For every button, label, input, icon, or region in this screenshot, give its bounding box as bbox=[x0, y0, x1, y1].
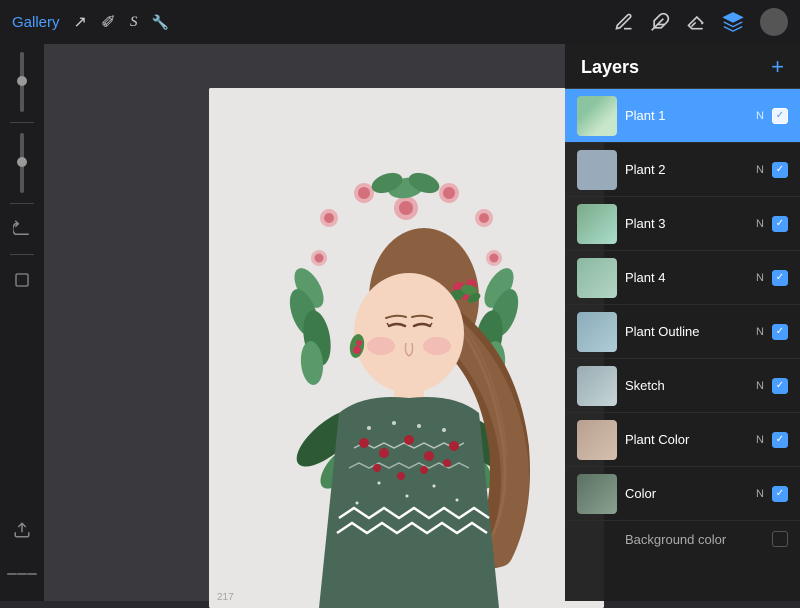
layer-thumbnail bbox=[577, 420, 617, 460]
layer-info: Plant Color bbox=[617, 431, 756, 449]
layer-checkbox-bg[interactable] bbox=[772, 531, 788, 547]
layer-thumbnail bbox=[577, 96, 617, 136]
transform-tool-icon[interactable]: ✐ bbox=[101, 12, 116, 33]
settings-tool-icon[interactable]: 🔧 bbox=[152, 14, 169, 31]
layer-name: Plant 4 bbox=[625, 270, 665, 285]
layer-mode: N bbox=[756, 434, 764, 446]
layers-title: Layers bbox=[581, 57, 639, 78]
layer-name: Sketch bbox=[625, 378, 665, 393]
layer-item-plant-4[interactable]: Plant 4 N bbox=[565, 251, 800, 305]
layers-panel: Layers + Plant 1 N Plant 2 N Plant 3 N P… bbox=[565, 44, 800, 601]
layer-name: Plant Outline bbox=[625, 324, 699, 339]
layer-thumbnail bbox=[577, 366, 617, 406]
layers-icon[interactable] bbox=[722, 11, 744, 33]
sidebar-divider-2 bbox=[10, 203, 34, 204]
sidebar-divider-1 bbox=[10, 122, 34, 123]
layer-info: Plant 4 bbox=[617, 269, 756, 287]
layer-info: Color bbox=[617, 485, 756, 503]
layer-visibility-checkbox[interactable] bbox=[772, 378, 788, 394]
layer-thumbnail bbox=[577, 150, 617, 190]
layer-visibility-checkbox[interactable] bbox=[772, 162, 788, 178]
layer-mode: N bbox=[756, 326, 764, 338]
toolbar-right bbox=[614, 8, 788, 36]
layers-list: Plant 1 N Plant 2 N Plant 3 N Plant 4 N … bbox=[565, 89, 800, 557]
svg-text:217: 217 bbox=[217, 592, 234, 603]
left-sidebar bbox=[0, 44, 44, 601]
settings-indicator[interactable] bbox=[7, 559, 37, 589]
layer-name: Plant Color bbox=[625, 432, 689, 447]
layer-name-bg: Background color bbox=[577, 532, 772, 547]
layer-item-sketch[interactable]: Sketch N bbox=[565, 359, 800, 413]
layer-visibility-checkbox[interactable] bbox=[772, 216, 788, 232]
layer-item-plant-2[interactable]: Plant 2 N bbox=[565, 143, 800, 197]
layer-thumbnail bbox=[577, 474, 617, 514]
opacity-slider[interactable] bbox=[20, 133, 24, 193]
layer-mode: N bbox=[756, 272, 764, 284]
layer-name: Plant 2 bbox=[625, 162, 665, 177]
layer-visibility-checkbox[interactable] bbox=[772, 108, 788, 124]
gallery-button[interactable]: Gallery bbox=[12, 14, 60, 31]
layer-mode: N bbox=[756, 164, 764, 176]
layer-thumbnail bbox=[577, 204, 617, 244]
pencil-icon[interactable] bbox=[614, 12, 634, 32]
layer-mode: N bbox=[756, 110, 764, 122]
layer-thumbnail bbox=[577, 312, 617, 352]
layers-add-button[interactable]: + bbox=[771, 56, 784, 78]
artwork-svg: 217 bbox=[209, 88, 604, 608]
layer-item-plant-1[interactable]: Plant 1 N bbox=[565, 89, 800, 143]
artwork-canvas[interactable]: 217 bbox=[209, 88, 604, 608]
layer-info: Sketch bbox=[617, 377, 756, 395]
layer-item-plant-3[interactable]: Plant 3 N bbox=[565, 197, 800, 251]
layers-header: Layers + bbox=[565, 44, 800, 89]
export-button[interactable] bbox=[7, 515, 37, 545]
pen-icon[interactable] bbox=[650, 12, 670, 32]
layer-name: Plant 3 bbox=[625, 216, 665, 231]
layer-item-plant-outline[interactable]: Plant Outline N bbox=[565, 305, 800, 359]
eraser-icon[interactable] bbox=[686, 12, 706, 32]
sidebar-divider-3 bbox=[10, 254, 34, 255]
layer-visibility-checkbox[interactable] bbox=[772, 270, 788, 286]
layer-mode: N bbox=[756, 488, 764, 500]
layer-item-color[interactable]: Color N bbox=[565, 467, 800, 521]
layer-item-background-color[interactable]: Background color bbox=[565, 521, 800, 557]
avatar-button[interactable] bbox=[760, 8, 788, 36]
toolbar: Gallery ↗ ✐ S 🔧 bbox=[0, 0, 800, 44]
toolbar-left: Gallery ↗ ✐ S 🔧 bbox=[12, 12, 169, 33]
layer-visibility-checkbox[interactable] bbox=[772, 486, 788, 502]
brush-size-slider[interactable] bbox=[20, 52, 24, 112]
layer-name: Plant 1 bbox=[625, 108, 665, 123]
layer-info: Plant 2 bbox=[617, 161, 756, 179]
layer-name: Color bbox=[625, 486, 656, 501]
layer-info: Plant 3 bbox=[617, 215, 756, 233]
rectangle-select-button[interactable] bbox=[7, 265, 37, 295]
layer-info: Plant 1 bbox=[617, 107, 756, 125]
layer-thumbnail bbox=[577, 258, 617, 298]
layer-info: Plant Outline bbox=[617, 323, 756, 341]
layer-item-plant-color[interactable]: Plant Color N bbox=[565, 413, 800, 467]
layer-visibility-checkbox[interactable] bbox=[772, 324, 788, 340]
modify-tool-icon[interactable]: ↗ bbox=[74, 12, 87, 32]
layer-visibility-checkbox[interactable] bbox=[772, 432, 788, 448]
selection-tool-icon[interactable]: S bbox=[130, 14, 138, 31]
layer-mode: N bbox=[756, 380, 764, 392]
undo-button[interactable] bbox=[7, 214, 37, 244]
layer-mode: N bbox=[756, 218, 764, 230]
